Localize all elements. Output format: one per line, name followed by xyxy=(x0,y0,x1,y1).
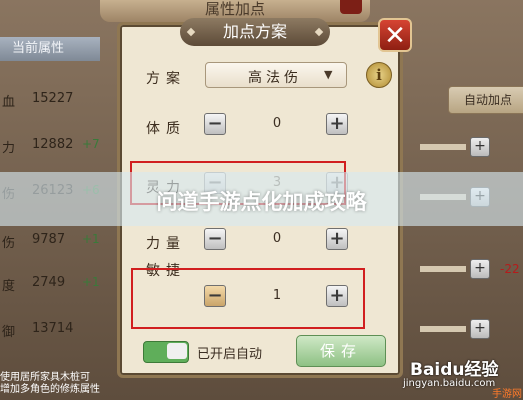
save-button[interactable]: 保存 xyxy=(296,335,386,367)
scheme-value: 高法伤 xyxy=(248,70,302,86)
row-label-strength: 力量 xyxy=(146,236,186,252)
stat-row: 血 15227 xyxy=(0,88,100,112)
right-stat-bar xyxy=(420,144,466,150)
stat-key: 血 xyxy=(2,95,16,110)
baidu-jingyan-logo: Baidu经验 xyxy=(410,360,499,380)
stat-value: 15227 xyxy=(32,91,74,106)
right-stat-row: + xyxy=(420,137,523,157)
auto-allocate-button[interactable]: 自动加点 xyxy=(448,86,523,114)
right-stat-bar xyxy=(420,326,466,332)
plus-button[interactable]: + xyxy=(326,228,348,250)
dialog-title: 加点方案 xyxy=(180,18,330,46)
stat-value: 13714 xyxy=(32,321,74,336)
stat-key: 度 xyxy=(2,279,16,294)
right-stat-delta: -22 xyxy=(500,262,520,276)
stepper-constitution: − 0 + xyxy=(204,113,350,137)
stepper-value: 0 xyxy=(232,230,322,248)
stepper-value: 0 xyxy=(232,115,322,133)
chevron-down-icon: ▼ xyxy=(324,68,333,81)
scheme-select[interactable]: 高法伤 ▼ xyxy=(205,62,347,88)
stat-value: 12882 xyxy=(32,137,74,152)
close-icon[interactable]: ✕ xyxy=(378,18,412,52)
stepper-strength: − 0 + xyxy=(204,228,350,252)
right-stat-bar xyxy=(420,266,466,272)
stat-row: 度 2749 +1 xyxy=(0,272,100,296)
minus-button[interactable]: − xyxy=(204,113,226,135)
auto-toggle-label: 已开启自动 xyxy=(197,347,263,362)
stat-key: 御 xyxy=(2,325,16,340)
info-icon[interactable]: i xyxy=(366,62,392,88)
stat-delta: +1 xyxy=(82,232,100,246)
watermark-url: jingyan.baidu.com xyxy=(403,378,496,389)
plus-icon[interactable]: + xyxy=(470,259,490,279)
stat-value: 9787 xyxy=(32,232,66,247)
plus-icon[interactable]: + xyxy=(470,319,490,339)
footer-line: 增加多角色的修炼属性 xyxy=(0,384,100,395)
highlight-frame-agility xyxy=(131,268,365,329)
stat-key: 伤 xyxy=(2,236,16,251)
auto-toggle[interactable] xyxy=(143,341,189,363)
toggle-knob xyxy=(167,343,187,359)
row-label-constitution: 体质 xyxy=(146,121,186,137)
stat-row: 伤 9787 +1 xyxy=(0,229,100,253)
corner-watermark: 手游网 xyxy=(492,389,522,400)
background-close-icon xyxy=(340,0,362,14)
stat-row: 力 12882 +7 xyxy=(0,134,100,158)
right-stat-row: + xyxy=(420,319,523,339)
background-footer-text: 使用居所家具木桩可 增加多角色的修炼属性 xyxy=(0,372,120,396)
tab-current-attributes[interactable]: 当前属性 xyxy=(0,37,100,61)
stat-delta: +7 xyxy=(82,137,100,151)
footer-line: 使用居所家具木桩可 xyxy=(0,372,90,383)
right-stat-row: + -22 xyxy=(420,259,523,279)
minus-button[interactable]: − xyxy=(204,228,226,250)
stat-row: 御 13714 xyxy=(0,318,100,342)
stat-delta: +1 xyxy=(82,275,100,289)
plus-icon[interactable]: + xyxy=(470,137,490,157)
overlay-title: 问道手游点化加成攻略 xyxy=(156,190,367,214)
scheme-label: 方案 xyxy=(146,71,186,87)
plus-button[interactable]: + xyxy=(326,113,348,135)
stat-key: 力 xyxy=(2,141,16,156)
stat-value: 2749 xyxy=(32,275,66,290)
